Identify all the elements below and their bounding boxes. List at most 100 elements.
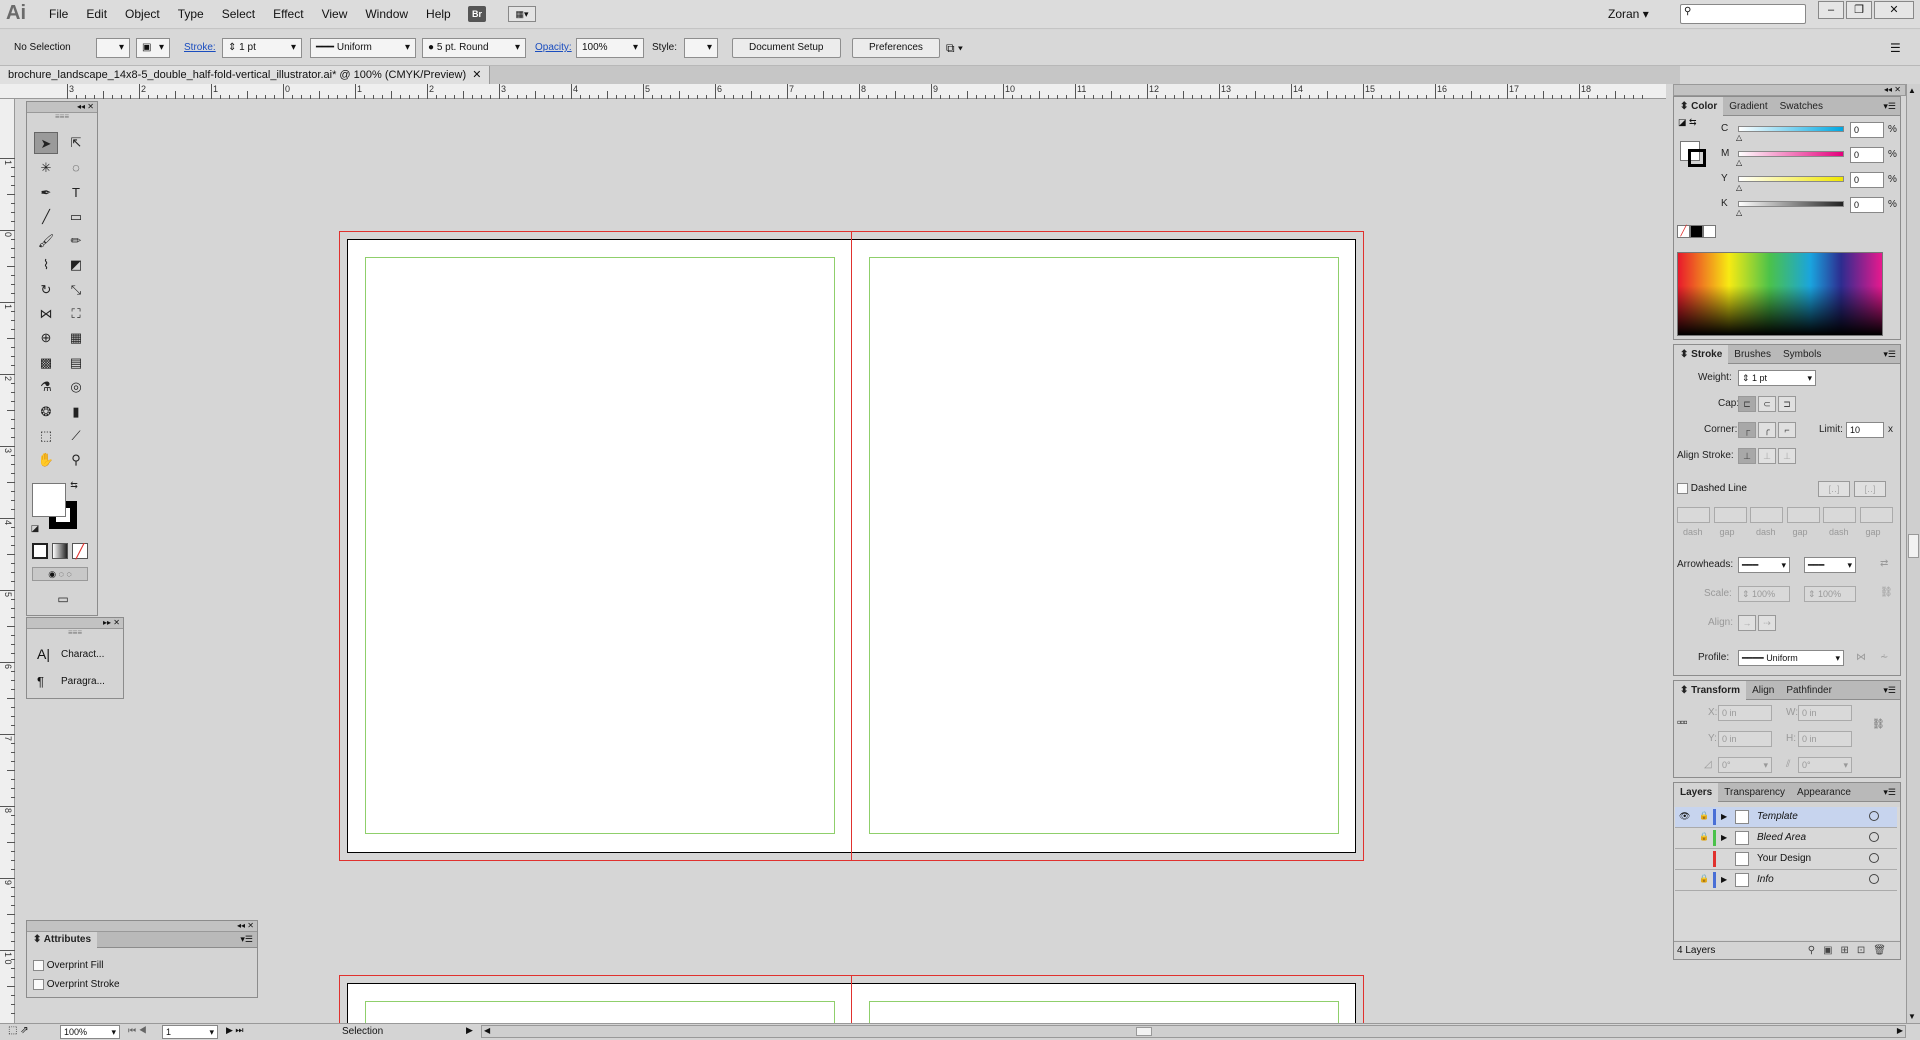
- bridge-button[interactable]: Br: [468, 6, 486, 22]
- menu-window[interactable]: Window: [356, 0, 417, 29]
- slider-handle-icon[interactable]: △: [1736, 133, 1742, 142]
- round-cap-icon[interactable]: ⊂: [1758, 396, 1776, 412]
- layers-panel-menu-icon[interactable]: ▾☰: [1883, 787, 1900, 798]
- rotate-tool-icon[interactable]: ↻: [34, 279, 58, 301]
- magic-wand-tool-icon[interactable]: ✳: [34, 157, 58, 179]
- end-scale-field[interactable]: ⇕ 100%: [1804, 586, 1856, 602]
- layers-tab[interactable]: Layers: [1674, 782, 1719, 802]
- artboard-tool-icon[interactable]: ⬚: [34, 425, 58, 447]
- flip-along-icon[interactable]: ⋈: [1856, 652, 1866, 663]
- horizontal-ruler[interactable]: 3 2 1 0 1 2 3 4 5 6 7 8 9 10 11 12 13 14 15 16 17 18: [0, 84, 1666, 99]
- menu-help[interactable]: Help: [417, 0, 460, 29]
- horizontal-scroll-thumb[interactable]: [1136, 1027, 1152, 1036]
- layer-row-2[interactable]: Your Design: [1675, 849, 1897, 870]
- target-icon[interactable]: [1869, 832, 1879, 842]
- slider-handle-icon[interactable]: △: [1736, 158, 1742, 167]
- stroke-weight-field[interactable]: ⇕ 1 pt ▾: [222, 38, 302, 58]
- lock-icon[interactable]: 🔒: [1699, 874, 1709, 883]
- flip-across-icon[interactable]: ⩪: [1880, 652, 1888, 663]
- align-inside-icon[interactable]: ⊥: [1758, 448, 1776, 464]
- scroll-up-icon[interactable]: ▲: [1908, 86, 1916, 95]
- layer-actions-icons[interactable]: ⚲▣⊞⊡🗑: [1808, 942, 1894, 960]
- appearance-tab[interactable]: Appearance: [1791, 783, 1857, 802]
- current-tool-status[interactable]: Selection: [342, 1026, 383, 1037]
- fill-swatch[interactable]: ▾: [96, 38, 130, 58]
- minimize-icon[interactable]: –: [1818, 1, 1844, 19]
- scroll-down-icon[interactable]: ▼: [1908, 1012, 1916, 1021]
- weight-field[interactable]: ⇕ 1 pt ▾: [1738, 370, 1816, 386]
- selection-tool-icon[interactable]: ➤: [34, 132, 58, 154]
- menu-type[interactable]: Type: [169, 0, 213, 29]
- start-arrowhead-select[interactable]: ━━━ ▾: [1738, 557, 1790, 573]
- swap-arrowheads-icon[interactable]: ⇄: [1880, 558, 1888, 569]
- y-field[interactable]: 0 in: [1718, 731, 1772, 747]
- screen-mode-icon[interactable]: ▭: [49, 590, 77, 608]
- layer-name[interactable]: Your Design: [1757, 853, 1811, 864]
- overprint-stroke-option[interactable]: Overprint Stroke: [33, 979, 120, 990]
- canvas[interactable]: [16, 99, 1666, 1023]
- x-field[interactable]: 0 in: [1718, 705, 1772, 721]
- gap-field-1[interactable]: [1713, 507, 1747, 523]
- menu-object[interactable]: Object: [116, 0, 169, 29]
- paintbrush-tool-icon[interactable]: 🖌: [34, 230, 58, 252]
- none-swatch[interactable]: ╱: [1677, 225, 1690, 238]
- profile-select[interactable]: ━━━━ Uniform ▾: [1738, 650, 1844, 666]
- expand-icon[interactable]: ▶: [1721, 875, 1727, 884]
- dash-field-0[interactable]: [1677, 507, 1710, 523]
- gradient-tool-icon[interactable]: ▤: [64, 352, 88, 374]
- reference-point-icon[interactable]: ▫▫▫: [1677, 715, 1688, 729]
- direct-selection-tool-icon[interactable]: ⇱: [64, 132, 88, 154]
- menu-file[interactable]: File: [40, 0, 77, 29]
- miter-join-icon[interactable]: ┌: [1738, 422, 1756, 438]
- brushes-tab[interactable]: Brushes: [1728, 345, 1777, 364]
- lasso-tool-icon[interactable]: ◌: [64, 157, 88, 179]
- pathfinder-tab[interactable]: Pathfinder: [1780, 681, 1838, 700]
- color-mode-icon[interactable]: [32, 543, 48, 559]
- fill-color-box[interactable]: [32, 483, 66, 517]
- layer-name[interactable]: Template: [1757, 811, 1798, 822]
- slice-tool-icon[interactable]: ⟋: [64, 425, 88, 447]
- close-tab-icon[interactable]: ✕: [472, 69, 481, 81]
- line-tool-icon[interactable]: ╱: [34, 206, 58, 228]
- shear-field[interactable]: 0° ▾: [1798, 757, 1852, 773]
- color-panel-menu-icon[interactable]: ▾☰: [1883, 101, 1900, 112]
- end-arrowhead-select[interactable]: ━━━ ▾: [1804, 557, 1856, 573]
- target-icon[interactable]: [1869, 874, 1879, 884]
- dashed-line-checkbox[interactable]: [1677, 483, 1688, 494]
- transparency-tab[interactable]: Transparency: [1718, 783, 1791, 802]
- stroke-tab[interactable]: ⬍ Stroke: [1674, 344, 1729, 364]
- dash-field-2[interactable]: [1750, 507, 1783, 523]
- free-transform-tool-icon[interactable]: ⛶: [64, 303, 88, 325]
- gap-field-3[interactable]: [1786, 507, 1820, 523]
- w-field[interactable]: 0 in: [1798, 705, 1852, 721]
- expand-icon[interactable]: ▶: [1721, 812, 1727, 821]
- swap-fill-stroke-icon[interactable]: ⇆: [67, 478, 81, 492]
- artboard-prev-icons[interactable]: ⏮ ◀: [128, 1025, 147, 1036]
- drawing-mode-icons[interactable]: ◉ ◌ ◌: [32, 567, 88, 581]
- zoom-tool-icon[interactable]: ⚲: [64, 449, 88, 471]
- shape-builder-tool-icon[interactable]: ⊕: [34, 327, 58, 349]
- artboard-next-icons[interactable]: ▶ ⏭: [226, 1025, 244, 1036]
- gap-field-5[interactable]: [1859, 507, 1893, 523]
- arrow-tip-on-icon[interactable]: ⇢: [1758, 615, 1776, 631]
- constrain-proportions-icon[interactable]: ⛓: [1872, 719, 1885, 730]
- type-tool-icon[interactable]: T: [64, 182, 88, 204]
- perspective-grid-tool-icon[interactable]: ▦: [64, 327, 88, 349]
- gradient-mode-icon[interactable]: [52, 543, 68, 559]
- restore-icon[interactable]: ❐: [1846, 1, 1872, 19]
- start-scale-field[interactable]: ⇕ 100%: [1738, 586, 1790, 602]
- layer-row-1[interactable]: 🔒 ▶ Bleed Area: [1675, 828, 1897, 849]
- variable-width-profile[interactable]: ━━━ Uniform ▾: [310, 38, 416, 58]
- slider-handle-icon[interactable]: △: [1736, 208, 1742, 217]
- preferences-button[interactable]: Preferences: [852, 38, 940, 58]
- character-panel-item[interactable]: A| Charact...: [37, 646, 104, 662]
- scale-tool-icon[interactable]: ⤡: [64, 279, 88, 301]
- overprint-stroke-checkbox[interactable]: [33, 979, 44, 990]
- pencil-tool-icon[interactable]: ✏: [64, 230, 88, 252]
- vertical-scroll-thumb[interactable]: [1908, 534, 1919, 558]
- dock-header[interactable]: ◂◂ ✕: [1673, 84, 1906, 96]
- round-join-icon[interactable]: ╭: [1758, 422, 1776, 438]
- arrange-icon[interactable]: ⧉ ▾: [946, 38, 963, 58]
- eyedropper-tool-icon[interactable]: ⚗: [34, 376, 58, 398]
- menu-view[interactable]: View: [313, 0, 357, 29]
